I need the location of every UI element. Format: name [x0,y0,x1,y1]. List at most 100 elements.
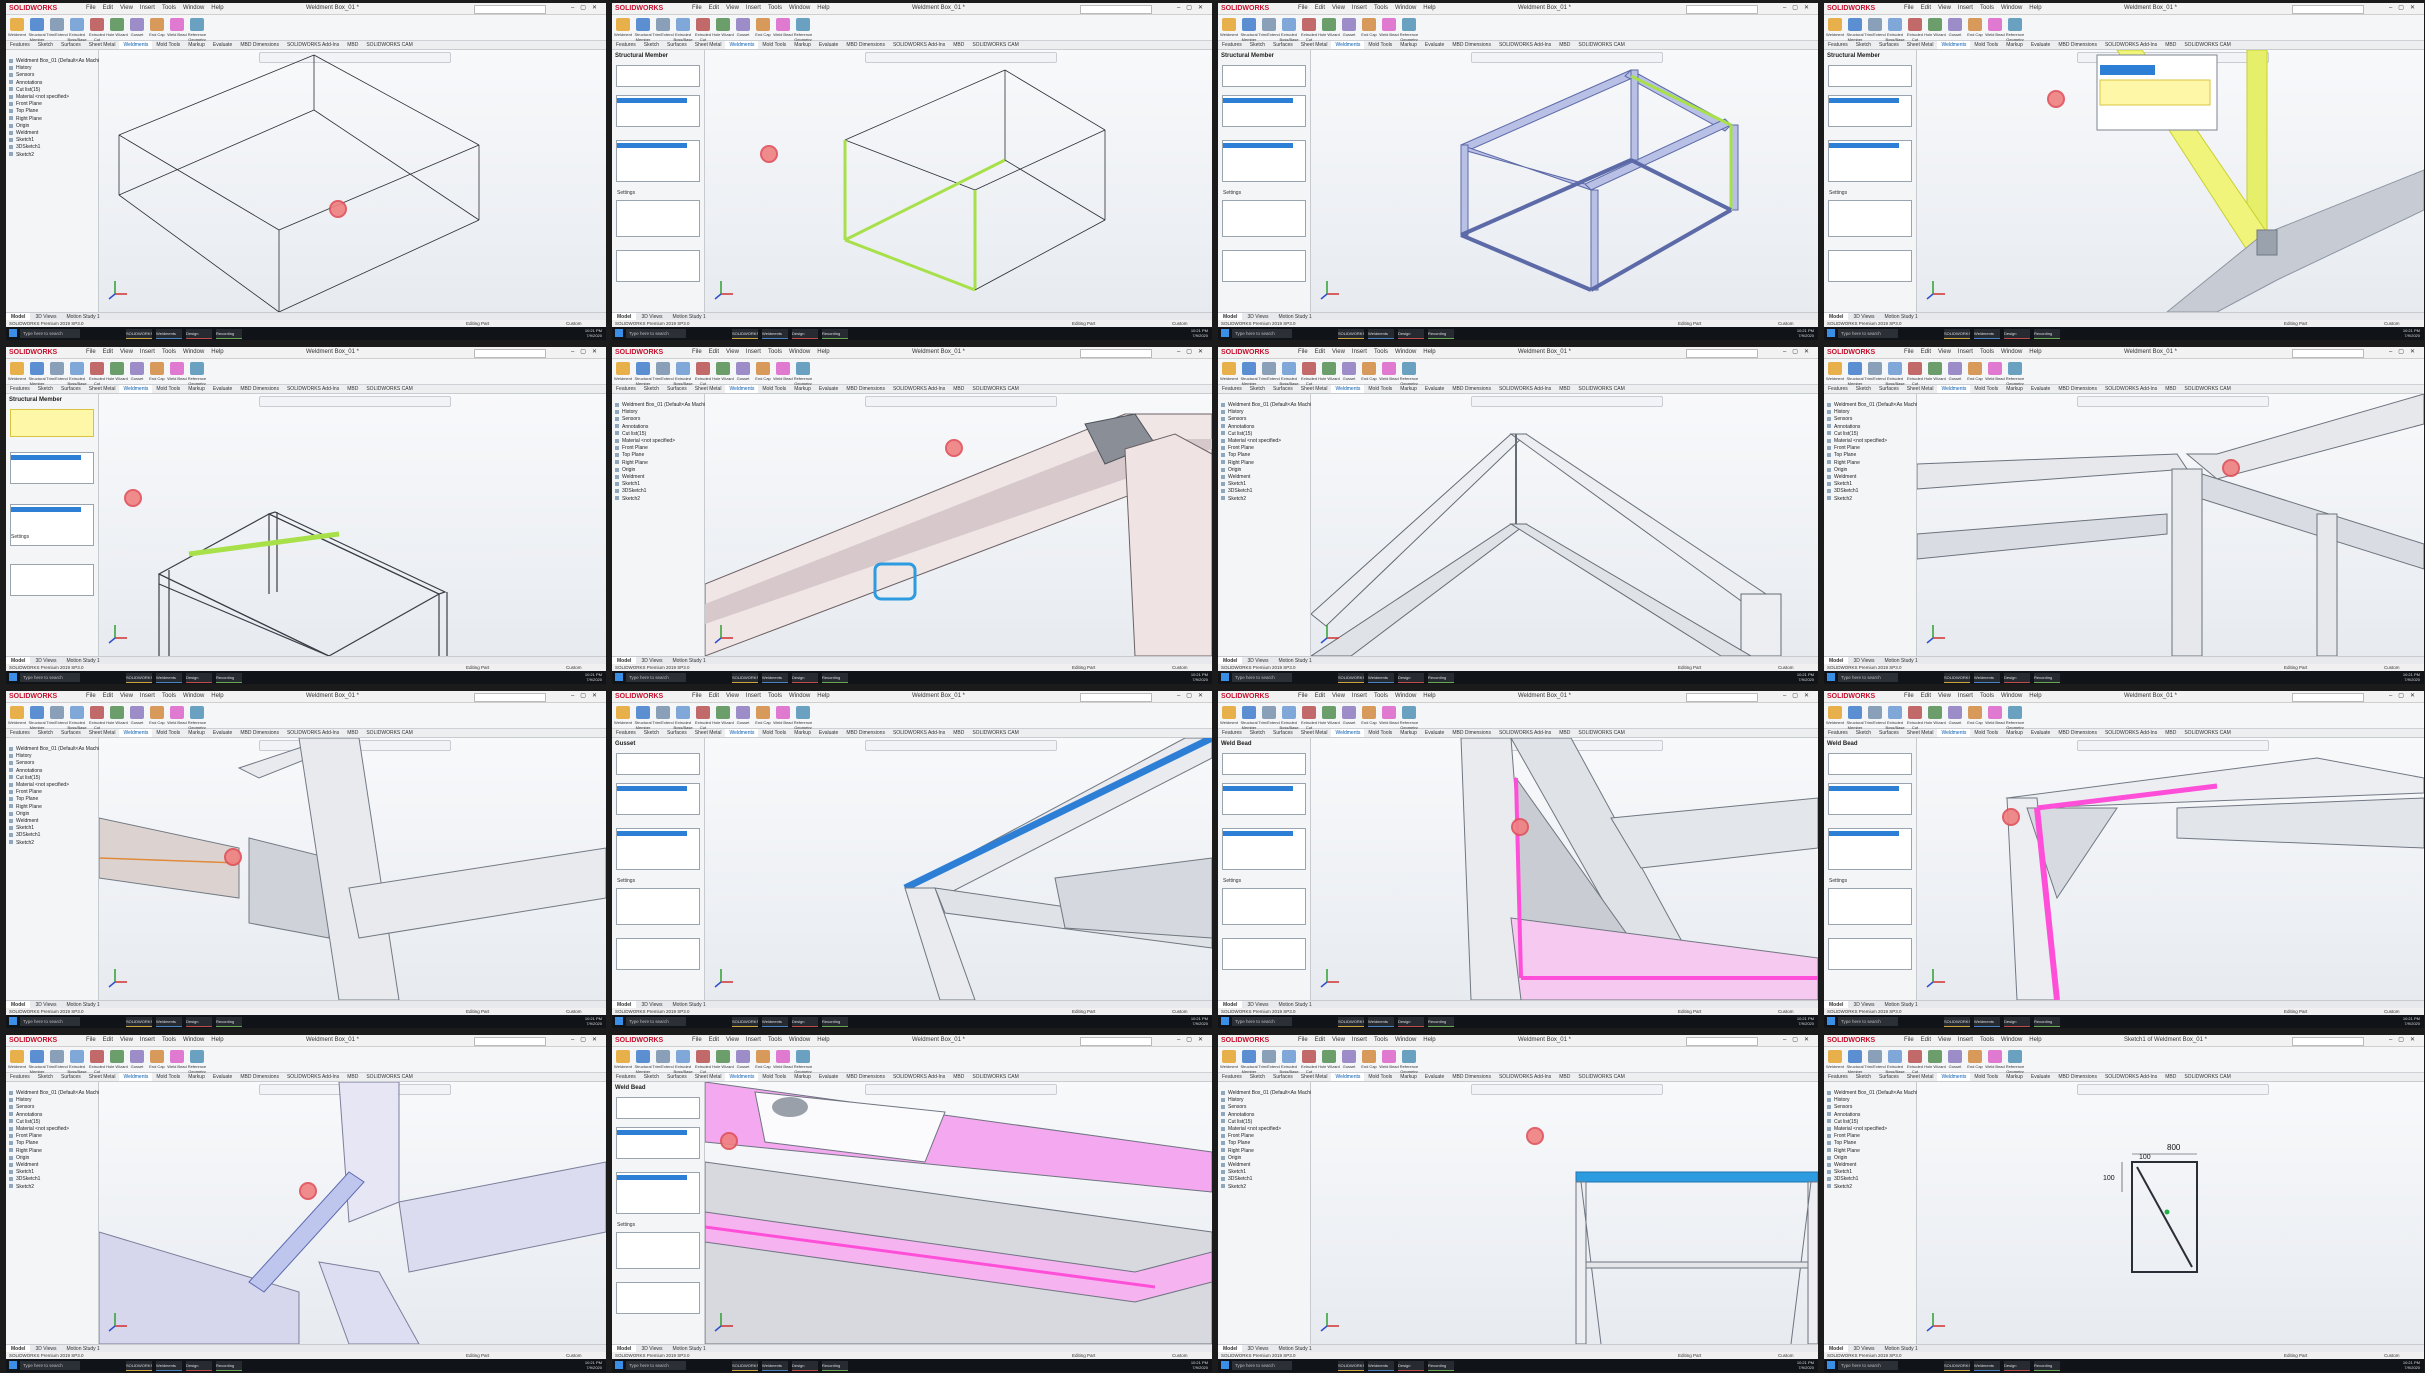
graphics-viewport[interactable] [1917,394,2424,656]
tab-surfaces[interactable]: Surfaces [1875,729,1903,737]
dimension-width[interactable]: 800 [2167,1143,2181,1152]
tree-item[interactable]: Top Plane [1827,1140,1930,1147]
toolbar-button-trim-extend[interactable]: Trim/Extend [652,362,674,381]
tree-item[interactable]: Origin [1221,1155,1324,1162]
tab-markup[interactable]: Markup [790,41,815,49]
graphics-viewport[interactable] [1311,50,1818,312]
window-controls[interactable]: –▢✕ [1177,1036,1209,1045]
menu-tools[interactable]: Tools [1374,349,1388,355]
tab-solidworks-add-ins[interactable]: SOLIDWORKS Add-Ins [283,385,343,393]
tab-sheet-metal[interactable]: Sheet Metal [691,729,726,737]
tree-item[interactable]: Origin [9,123,112,130]
tab-sheet-metal[interactable]: Sheet Metal [1903,41,1938,49]
menu-insert[interactable]: Insert [1352,693,1367,699]
taskbar-app[interactable]: Recording [216,329,242,339]
tab-solidworks-add-ins[interactable]: SOLIDWORKS Add-Ins [1495,729,1555,737]
windows-start-icon[interactable] [1827,1017,1835,1025]
menu-help[interactable]: Help [2029,5,2041,11]
property-manager-group[interactable] [616,888,700,925]
toolbar-button-extruded-boss-base[interactable]: Extruded Boss/Base [67,1050,87,1074]
menu-file[interactable]: File [692,693,702,699]
taskbar-app[interactable]: Recording [2034,329,2060,339]
taskbar-app[interactable]: Recording [216,1361,242,1371]
toolbar-button-gusset[interactable]: Gusset [130,362,144,381]
tree-item[interactable]: Annotations [1827,424,1930,431]
tab-features[interactable]: Features [612,1073,640,1081]
tab-solidworks-cam[interactable]: SOLIDWORKS CAM [2180,41,2234,49]
tree-item[interactable]: History [1221,1097,1324,1104]
tab-surfaces[interactable]: Surfaces [1269,41,1297,49]
toolbar-button-reference-geometry[interactable]: Reference Geometry [2006,706,2024,730]
taskbar-app[interactable]: SOLIDWORKS [1944,329,1970,339]
taskbar-app[interactable]: SOLIDWORKS [1338,673,1364,683]
tab-surfaces[interactable]: Surfaces [1269,385,1297,393]
tab-surfaces[interactable]: Surfaces [1875,1073,1903,1081]
tree-item[interactable]: Annotations [9,768,112,775]
dimension-height[interactable]: 100 [2139,1154,2151,1161]
toolbar-button-end-cap[interactable]: End Cap [1361,362,1377,381]
tree-item[interactable]: Cut list(15) [1827,1119,1930,1126]
menu-edit[interactable]: Edit [103,5,113,11]
tree-item[interactable]: History [9,65,112,72]
toolbar-button-reference-geometry[interactable]: Reference Geometry [794,1050,812,1074]
tab-mbd[interactable]: MBD [2161,41,2180,49]
tab-weldments[interactable]: Weldments [1937,729,1971,737]
taskbar-app[interactable]: Weldments [762,329,788,339]
toolbar-button-extruded-boss-base[interactable]: Extruded Boss/Base [1279,706,1299,730]
tree-item[interactable]: Weldment Box_01 (Default<As Machined>) [615,402,718,409]
taskbar-search[interactable]: Type here to search [1838,673,1898,682]
property-manager-group[interactable] [1222,250,1306,282]
tab-evaluate[interactable]: Evaluate [209,41,236,49]
menu-edit[interactable]: Edit [1315,1037,1325,1043]
window-controls[interactable]: –▢✕ [1177,4,1209,13]
toolbar-button-end-cap[interactable]: End Cap [1967,1050,1983,1069]
windows-start-icon[interactable] [1827,673,1835,681]
menu-insert[interactable]: Insert [1958,5,1973,11]
taskbar-search[interactable]: Type here to search [1232,673,1292,682]
tab-evaluate[interactable]: Evaluate [815,41,842,49]
toolbar-button-hole-wizard[interactable]: Hole Wizard [106,1050,128,1069]
tab-solidworks-add-ins[interactable]: SOLIDWORKS Add-Ins [283,729,343,737]
tab-markup[interactable]: Markup [1396,729,1421,737]
selected-list-item[interactable] [11,507,81,512]
tab-evaluate[interactable]: Evaluate [815,385,842,393]
menu-view[interactable]: View [120,693,133,699]
taskbar-app[interactable]: Weldments [1368,673,1394,683]
toolbar-button-weldment[interactable]: Weldment [1220,706,1238,725]
tab-sketch[interactable]: Sketch [34,729,57,737]
tab-weldments[interactable]: Weldments [119,729,153,737]
search-commands-input[interactable] [474,5,546,14]
tab-mold-tools[interactable]: Mold Tools [1364,1073,1396,1081]
toolbar-button-structural-member[interactable]: Structural Member [28,1050,46,1074]
status-units[interactable]: Custom [1778,664,1794,671]
tree-item[interactable]: Front Plane [9,789,112,796]
toolbar-button-gusset[interactable]: Gusset [130,1050,144,1069]
taskbar-app[interactable]: Weldments [156,673,182,683]
toolbar-button-extruded-cut[interactable]: Extruded Cut [695,362,711,386]
tree-item[interactable]: Sketch2 [9,152,112,159]
toolbar-button-hole-wizard[interactable]: Hole Wizard [1318,1050,1340,1069]
tab-sketch[interactable]: Sketch [1246,729,1269,737]
status-units[interactable]: Custom [2384,1008,2400,1015]
toolbar-button-end-cap[interactable]: End Cap [1967,362,1983,381]
tab-mold-tools[interactable]: Mold Tools [152,41,184,49]
tab-solidworks-add-ins[interactable]: SOLIDWORKS Add-Ins [2101,385,2161,393]
tab-mbd[interactable]: MBD [949,41,968,49]
menu-tools[interactable]: Tools [1980,693,1994,699]
tab-evaluate[interactable]: Evaluate [2027,1073,2054,1081]
tab-solidworks-add-ins[interactable]: SOLIDWORKS Add-Ins [889,1073,949,1081]
toolbar-button-end-cap[interactable]: End Cap [149,18,165,37]
tree-item[interactable]: Sketch1 [9,1169,112,1176]
taskbar-app[interactable]: Weldments [1368,1017,1394,1027]
menu-edit[interactable]: Edit [1315,693,1325,699]
tree-item[interactable]: Sensors [1827,1104,1930,1111]
toolbar-button-weld-bead[interactable]: Weld Bead [1985,18,2005,37]
tree-item[interactable]: History [1827,1097,1930,1104]
tree-item[interactable]: Top Plane [9,108,112,115]
menu-window[interactable]: Window [789,1037,810,1043]
toolbar-button-weld-bead[interactable]: Weld Bead [167,1050,187,1069]
tree-item[interactable]: Weldment Box_01 (Default<As Machined>) [1221,1090,1324,1097]
tab-mold-tools[interactable]: Mold Tools [152,385,184,393]
menu-view[interactable]: View [1332,1037,1345,1043]
toolbar-button-reference-geometry[interactable]: Reference Geometry [188,706,206,730]
